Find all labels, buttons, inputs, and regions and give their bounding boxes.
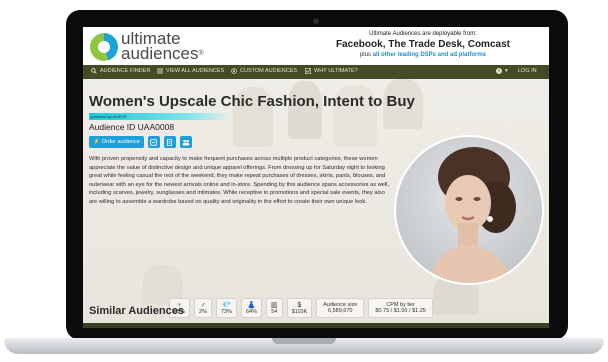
dsp-link[interactable]: all other leading DSPs and ad platforms xyxy=(373,52,486,58)
search-icon xyxy=(91,68,97,74)
dropdown-caret-icon: ▾ xyxy=(505,68,508,74)
audience-stats: ♀ 98% ♂ 2% 💎 73% 👗 64% ▥ 54 $ $110K Audi… xyxy=(169,298,433,318)
laptop-screen: ultimate audiences® Ultimate Audiences a… xyxy=(83,27,549,328)
audience-title: Women's Upscale Chic Fashion, Intent to … xyxy=(89,93,415,110)
list-icon xyxy=(157,68,163,74)
nav-custom-audiences[interactable]: CUSTOM AUDIENCES xyxy=(231,68,297,74)
stat-fashion: 👗 64% xyxy=(240,298,262,318)
similar-audiences-heading: Similar Audiences xyxy=(89,305,184,317)
document-icon xyxy=(167,138,173,146)
site-logo[interactable]: ultimate audiences® xyxy=(121,30,204,63)
cpm-by-tier: CPM by tier $0.75 / $1.00 / $1.25 xyxy=(368,298,433,318)
nav-why-ultimate[interactable]: WHY ULTIMATE? xyxy=(305,68,358,74)
order-audience-button[interactable]: ⚡ Order audience xyxy=(89,136,144,148)
contact-button[interactable] xyxy=(179,136,192,148)
promo-line-2: Facebook, The Trade Desk, Comcast xyxy=(336,39,510,50)
dress-icon: 👗 xyxy=(247,301,256,309)
document-button[interactable] xyxy=(163,136,176,148)
audience-size: Audience size 6,589,670 xyxy=(316,298,365,318)
woman-portrait-image xyxy=(427,147,516,283)
nav-audience-finder[interactable]: AUDIENCE FINDER xyxy=(91,68,150,74)
stat-age: ▥ 54 xyxy=(266,298,283,318)
laptop-notch xyxy=(272,338,336,344)
check-icon xyxy=(305,68,311,74)
promo-line-1: Ultimate Audiences are deployable from: xyxy=(369,31,477,37)
audience-description: With proven propensity and capacity to m… xyxy=(89,156,390,205)
platform-promo: Ultimate Audiences are deployable from: … xyxy=(303,31,543,58)
main-nav: AUDIENCE FINDER VIEW ALL AUDIENCES CUSTO… xyxy=(83,65,549,79)
site-header: ultimate audiences® Ultimate Audiences a… xyxy=(83,27,549,65)
promo-line-3: plus all other leading DSPs and ad platf… xyxy=(359,52,487,58)
audience-detail: Women's Upscale Chic Fashion, Intent to … xyxy=(83,79,549,328)
svg-text:?: ? xyxy=(498,69,501,74)
powered-by-badge: powered by AMEX® xyxy=(89,113,231,120)
logo-line-2: audiences® xyxy=(121,44,204,63)
share-icon xyxy=(150,138,158,146)
people-icon xyxy=(182,139,190,145)
help-icon: ? xyxy=(496,68,502,74)
action-buttons: ⚡ Order audience xyxy=(89,136,192,148)
login-link[interactable]: LOG IN xyxy=(518,68,537,74)
stat-male: ♂ 2% xyxy=(194,298,212,318)
share-button[interactable] xyxy=(147,136,160,148)
background-shoe xyxy=(288,81,322,139)
audience-portrait xyxy=(394,135,544,285)
male-icon: ♂ xyxy=(200,301,206,309)
help-menu[interactable]: ? ▾ xyxy=(496,68,508,74)
bottom-bar xyxy=(83,323,549,328)
bolt-icon: ⚡ xyxy=(93,139,100,145)
stat-luxury: 💎 73% xyxy=(215,298,237,318)
audience-id: Audience ID UAA0008 xyxy=(89,122,175,132)
target-icon xyxy=(231,68,237,74)
diamond-icon: 💎 xyxy=(222,301,231,309)
calendar-icon: ▥ xyxy=(271,301,278,309)
nav-view-all[interactable]: VIEW ALL AUDIENCES xyxy=(157,68,224,74)
logo-icon[interactable] xyxy=(90,33,118,61)
dollar-icon: $ xyxy=(297,301,302,309)
stat-income: $ $110K xyxy=(286,298,313,318)
camera xyxy=(313,18,319,24)
